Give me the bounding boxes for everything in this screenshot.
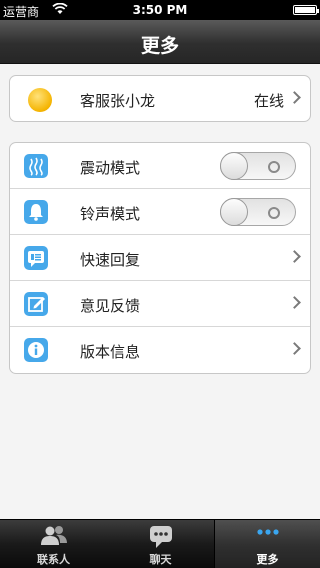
service-group: 客服张小龙 在线	[9, 75, 311, 122]
chevron-right-icon	[288, 91, 301, 104]
page-title: 更多	[140, 35, 179, 57]
chevron-right-icon	[288, 342, 301, 355]
ringtone-row: 铃声模式	[10, 189, 310, 235]
feedback-row[interactable]: 意见反馈	[10, 281, 310, 327]
chat-icon	[147, 524, 175, 554]
tab-label: 联系人	[37, 553, 70, 566]
more-icon	[254, 524, 282, 552]
info-icon	[24, 338, 48, 362]
version-row[interactable]: 版本信息	[10, 327, 310, 373]
contacts-icon	[39, 524, 69, 552]
toggle-knob	[220, 152, 248, 180]
service-name: 客服张小龙	[80, 92, 156, 110]
service-row[interactable]: 客服张小龙 在线	[10, 76, 310, 121]
status-time: 3:50 PM	[132, 3, 188, 17]
service-status: 在线	[253, 92, 284, 110]
tab-bar: 联系人 聊天 更多	[0, 519, 320, 568]
tab-contacts[interactable]: 联系人	[0, 520, 107, 568]
ringtone-label: 铃声模式	[80, 205, 141, 223]
ringtone-toggle[interactable]	[220, 198, 296, 226]
tab-label: 更多	[256, 553, 279, 566]
vibrate-icon	[24, 154, 48, 178]
edit-icon	[24, 292, 48, 316]
quick-reply-label: 快速回复	[80, 251, 141, 269]
settings-group: 震动模式 铃声模式 快速回复 意见反馈 版本信息	[9, 142, 311, 374]
vibrate-label: 震动模式	[80, 159, 141, 177]
vibrate-toggle[interactable]	[220, 152, 296, 180]
battery-icon	[293, 5, 319, 15]
quick-reply-row[interactable]: 快速回复	[10, 235, 310, 281]
status-bar: 运营商 3:50 PM	[0, 0, 320, 20]
toggle-off-indicator	[268, 207, 280, 219]
toggle-off-indicator	[268, 161, 280, 173]
toggle-knob	[220, 198, 248, 226]
chevron-right-icon	[288, 250, 301, 263]
service-avatar-icon	[28, 88, 52, 112]
bell-icon	[24, 200, 48, 224]
version-label: 版本信息	[80, 343, 141, 361]
tab-label: 聊天	[149, 553, 172, 566]
chevron-right-icon	[288, 296, 301, 309]
navigation-bar: 更多	[0, 20, 320, 64]
feedback-label: 意见反馈	[80, 297, 141, 315]
tab-chat[interactable]: 聊天	[107, 520, 214, 568]
quick-reply-icon	[24, 246, 48, 270]
tab-more[interactable]: 更多	[214, 520, 320, 568]
vibrate-row: 震动模式	[10, 143, 310, 189]
